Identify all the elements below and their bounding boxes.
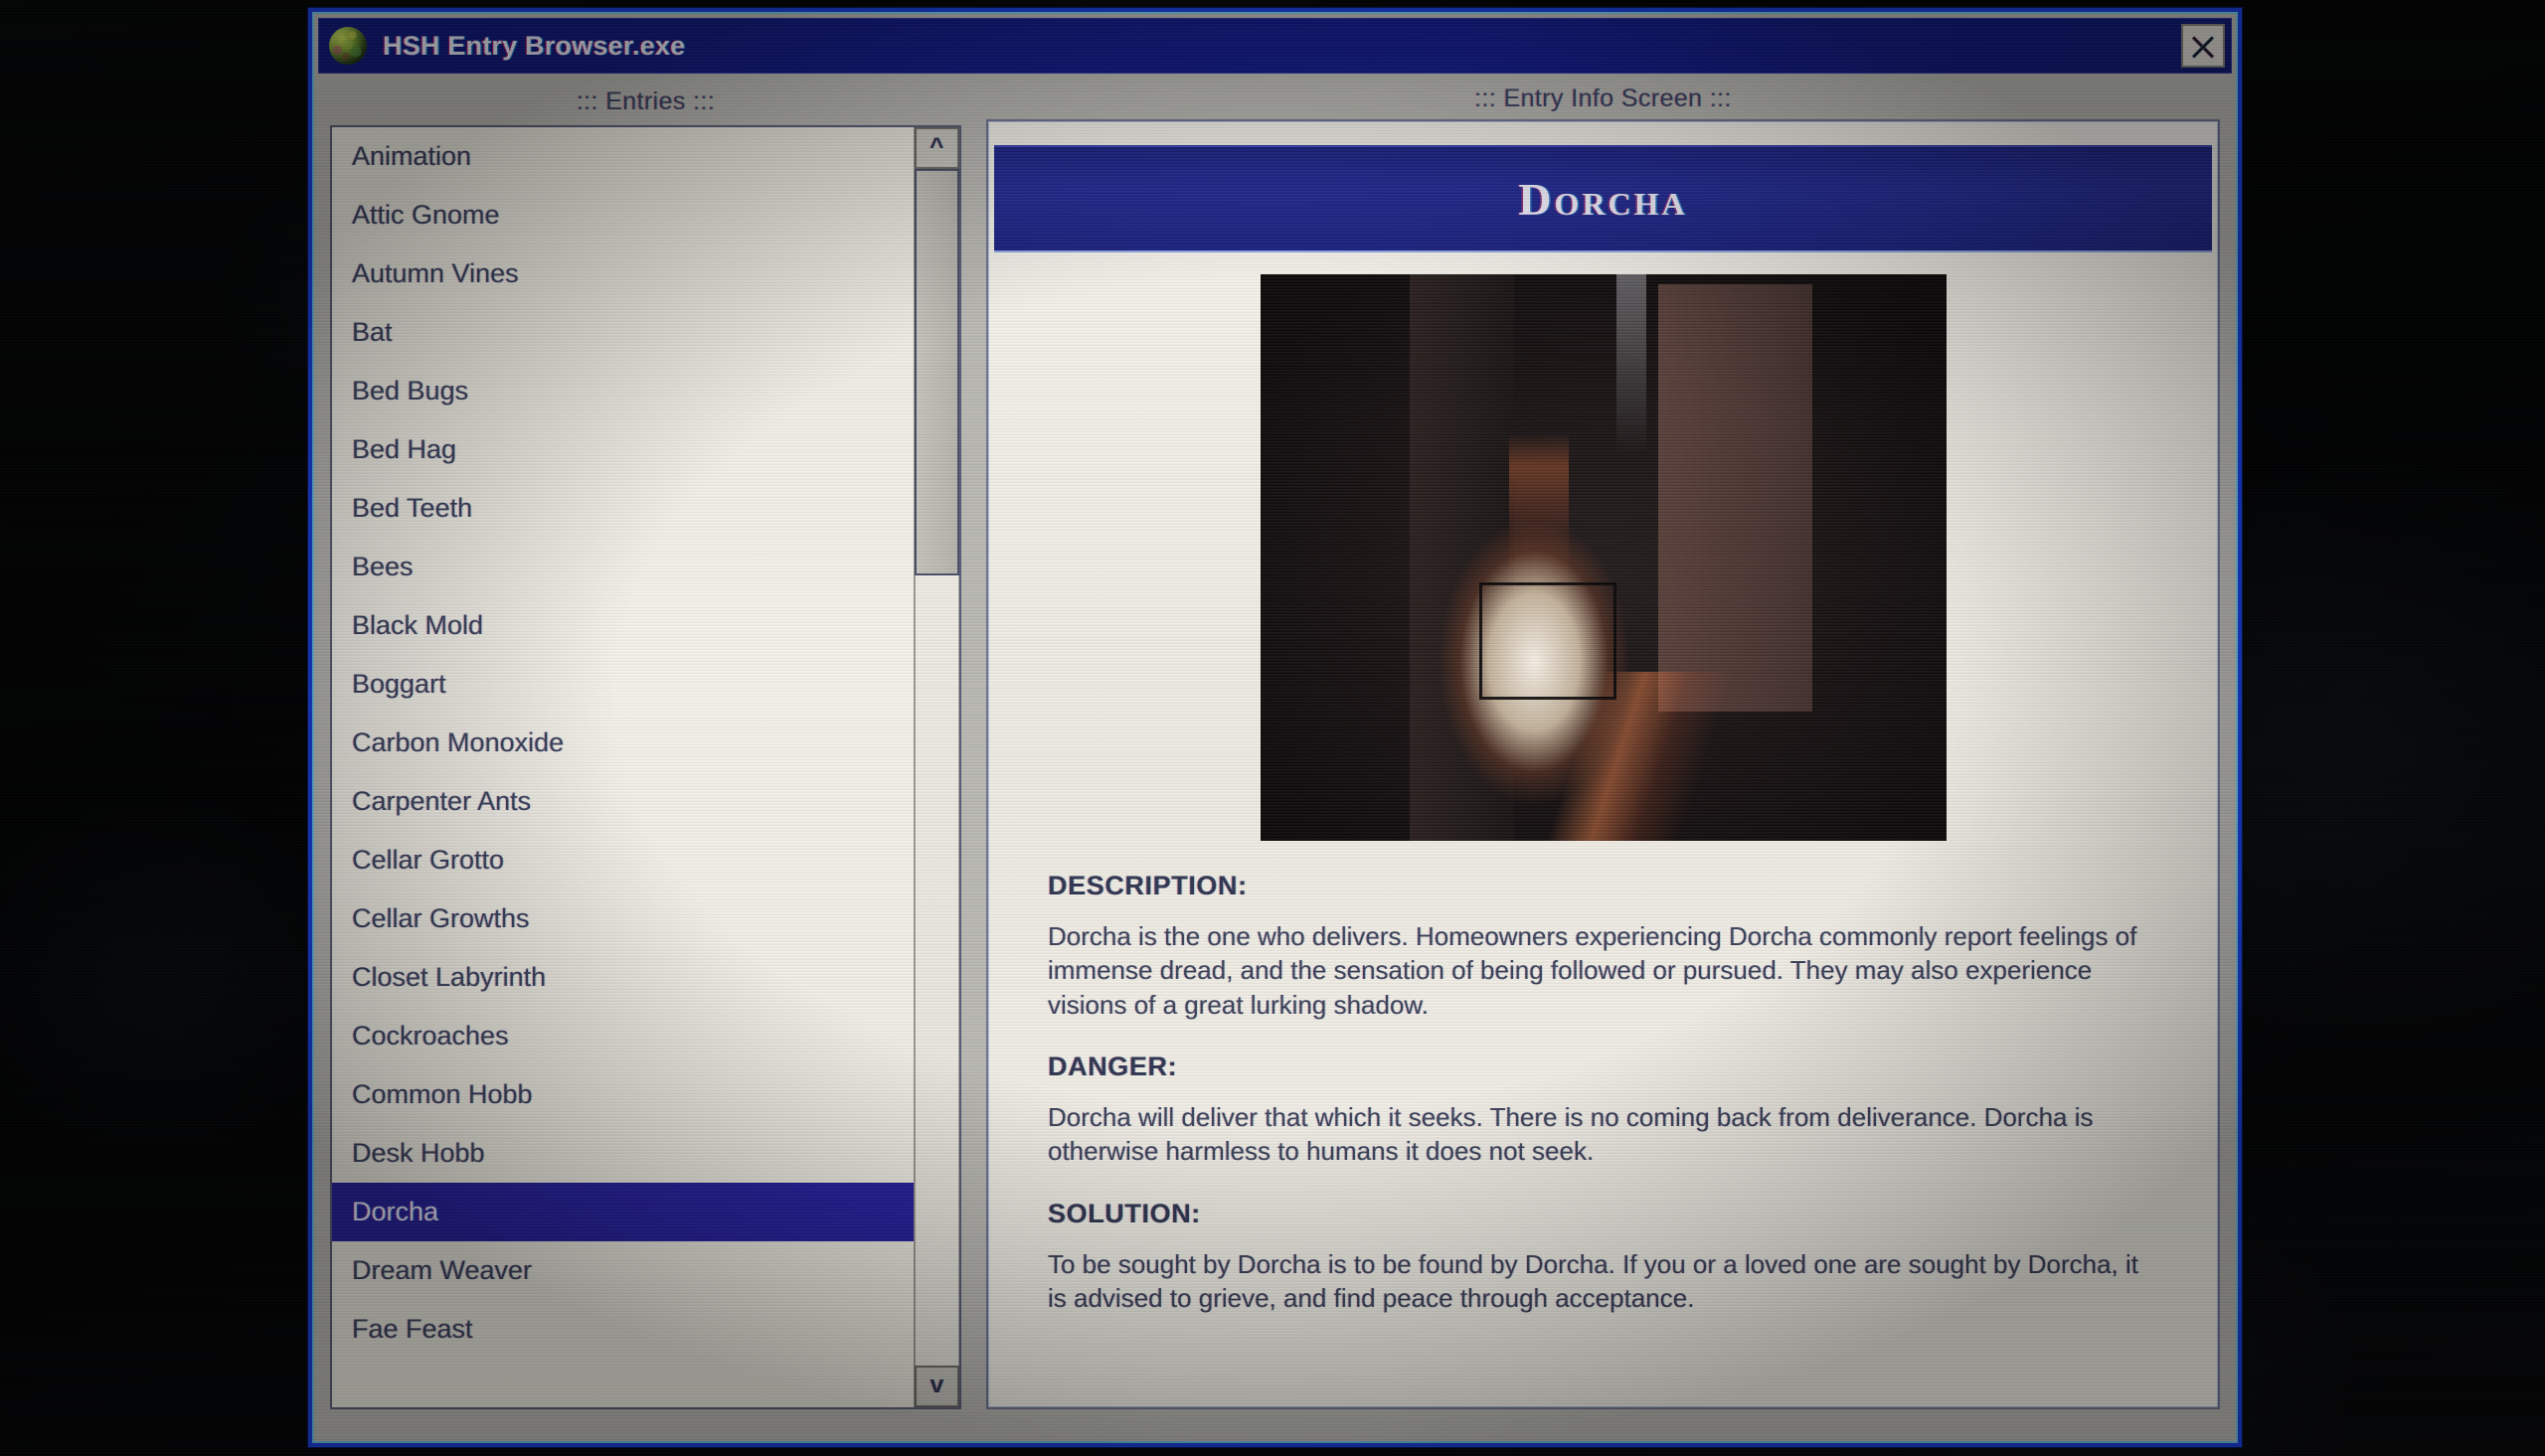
list-item[interactable]: Dorcha bbox=[332, 1183, 914, 1241]
list-item[interactable]: Desk Hobb bbox=[332, 1124, 914, 1183]
list-item[interactable]: Bed Teeth bbox=[332, 479, 914, 538]
entry-sections: DESCRIPTION: Dorcha is the one who delive… bbox=[1048, 871, 2158, 1315]
entry-image bbox=[1260, 274, 1947, 841]
section-heading: DANGER: bbox=[1048, 1051, 1178, 1081]
section-heading: SOLUTION: bbox=[1048, 1198, 1201, 1228]
entries-list[interactable]: Animation Attic Gnome Autumn Vines Bat Bed B… bbox=[332, 127, 914, 1407]
section-body: Dorcha is the one who delivers. Homeowne… bbox=[1048, 921, 2137, 1020]
entries-panel: ::: Entries ::: Animation Attic Gnome Autu… bbox=[330, 80, 961, 1409]
section-heading: DESCRIPTION: bbox=[1048, 871, 1248, 900]
scrollbar-track[interactable] bbox=[915, 169, 959, 1366]
application-window: HSH Entry Browser.exe ::: Entries ::: An… bbox=[308, 8, 2242, 1447]
info-panel: ::: Entry Info Screen ::: Dorcha DESCRIP… bbox=[986, 80, 2220, 1409]
window-content: ::: Entries ::: Animation Attic Gnome Autu… bbox=[318, 80, 2232, 1437]
list-item[interactable]: Boggart bbox=[332, 655, 914, 714]
list-item[interactable]: Black Mold bbox=[332, 596, 914, 655]
section-body: To be sought by Dorcha is to be found by… bbox=[1048, 1248, 2138, 1313]
list-item[interactable]: Dream Weaver bbox=[332, 1241, 914, 1300]
list-item[interactable]: Cellar Grotto bbox=[332, 831, 914, 890]
scroll-down-icon[interactable]: v bbox=[915, 1366, 959, 1407]
window-titlebar[interactable]: HSH Entry Browser.exe bbox=[318, 18, 2232, 74]
list-item[interactable]: Cockroaches bbox=[332, 1007, 914, 1065]
info-panel-header: ::: Entry Info Screen ::: bbox=[1474, 84, 1732, 112]
entries-panel-header: ::: Entries ::: bbox=[576, 87, 716, 115]
entries-scrollbar[interactable]: ^ v bbox=[914, 127, 959, 1407]
entries-listbox[interactable]: Animation Attic Gnome Autumn Vines Bat Bed B… bbox=[330, 125, 961, 1409]
section-body: Dorcha will deliver that which it seeks.… bbox=[1048, 1101, 2094, 1167]
list-item[interactable]: Closet Labyrinth bbox=[332, 948, 914, 1007]
entry-image-marker-box bbox=[1478, 582, 1616, 700]
entry-title-banner: Dorcha bbox=[994, 145, 2212, 252]
list-item[interactable]: Carpenter Ants bbox=[332, 772, 914, 831]
scrollbar-thumb[interactable] bbox=[915, 169, 959, 576]
list-item[interactable]: Attic Gnome bbox=[332, 186, 914, 244]
entry-title: Dorcha bbox=[1518, 173, 1688, 225]
list-item[interactable]: Bees bbox=[332, 538, 914, 596]
window-title: HSH Entry Browser.exe bbox=[383, 30, 686, 61]
list-item[interactable]: Cellar Growths bbox=[332, 890, 914, 948]
mossy-orb-icon bbox=[329, 27, 367, 65]
entry-info-screen: Dorcha DESCRIPTION: Dorcha is the one who… bbox=[986, 119, 2220, 1409]
list-item[interactable]: Bed Hag bbox=[332, 420, 914, 479]
close-icon[interactable] bbox=[2181, 24, 2225, 68]
list-item[interactable]: Autumn Vines bbox=[332, 244, 914, 303]
list-item[interactable]: Animation bbox=[332, 127, 914, 186]
list-item[interactable]: Carbon Monoxide bbox=[332, 714, 914, 772]
list-item[interactable]: Fae Feast bbox=[332, 1300, 914, 1359]
entry-image-grain bbox=[1260, 274, 1947, 841]
list-item[interactable]: Common Hobb bbox=[332, 1065, 914, 1124]
list-item[interactable]: Bed Bugs bbox=[332, 362, 914, 420]
list-item[interactable]: Bat bbox=[332, 303, 914, 362]
scroll-up-icon[interactable]: ^ bbox=[915, 127, 959, 169]
